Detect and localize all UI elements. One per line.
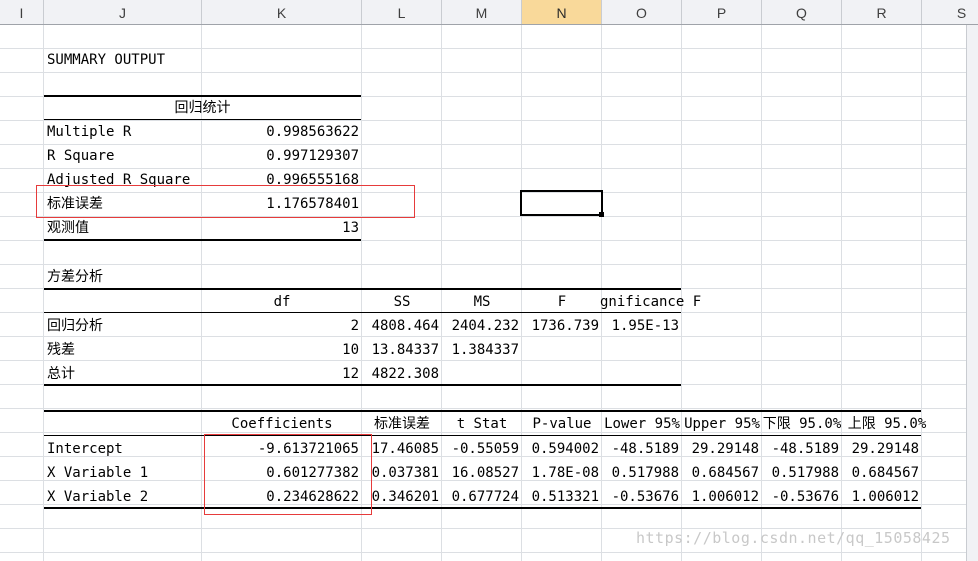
- coef-upper-95[interactable]: 0.684567: [682, 461, 762, 485]
- highlight-box-std-error: [36, 185, 415, 218]
- coef-lower-95-0[interactable]: 0.517988: [762, 461, 842, 485]
- coef-header-lower-95[interactable]: Lower 95%: [602, 412, 682, 436]
- fill-handle[interactable]: [599, 212, 604, 217]
- stat-value[interactable]: 0.998563622: [202, 120, 362, 144]
- column-header-s[interactable]: S: [922, 0, 978, 24]
- coef-t-stat[interactable]: -0.55059: [442, 437, 522, 461]
- anova-header-ss[interactable]: SS: [362, 290, 442, 314]
- active-cell-cursor[interactable]: [520, 190, 603, 216]
- anova-ss[interactable]: 13.84337: [362, 338, 442, 362]
- anova-df[interactable]: 10: [202, 338, 362, 362]
- coef-lower-95-0[interactable]: -48.5189: [762, 437, 842, 461]
- coef-upper-95-0[interactable]: 29.29148: [842, 437, 922, 461]
- anova-row-label[interactable]: 回归分析: [47, 314, 197, 338]
- coef-upper-95[interactable]: 1.006012: [682, 485, 762, 509]
- anova-bottom-border: [44, 384, 681, 386]
- coef-lower-95-0[interactable]: -0.53676: [762, 485, 842, 509]
- column-header-l[interactable]: L: [362, 0, 442, 24]
- coef-row-label[interactable]: X Variable 1: [47, 461, 197, 485]
- coef-std-error[interactable]: 0.346201: [362, 485, 442, 509]
- column-header-r[interactable]: R: [842, 0, 922, 24]
- reg-stats-bottom-border: [44, 239, 361, 241]
- anova-row-label[interactable]: 残差: [47, 338, 197, 362]
- coef-header-upper-95-0[interactable]: 上限 95.0%: [842, 412, 932, 436]
- stat-value[interactable]: 13: [202, 216, 362, 240]
- column-header-o[interactable]: O: [602, 0, 682, 24]
- row-header-strip-right: [966, 25, 978, 561]
- coef-upper-95[interactable]: 29.29148: [682, 437, 762, 461]
- anova-df[interactable]: 12: [202, 362, 362, 386]
- anova-header-ms[interactable]: MS: [442, 290, 522, 314]
- column-header-j[interactable]: J: [44, 0, 202, 24]
- anova-title[interactable]: 方差分析: [47, 265, 247, 289]
- coef-bottom-border: [44, 507, 921, 509]
- anova-ss[interactable]: 4808.464: [362, 314, 442, 338]
- coef-header-t-stat[interactable]: t Stat: [442, 412, 522, 436]
- anova-row-label[interactable]: 总计: [47, 362, 197, 386]
- coef-header-coefficients[interactable]: Coefficients: [202, 412, 362, 436]
- coef-header-underline: [44, 435, 921, 436]
- column-header-m[interactable]: M: [442, 0, 522, 24]
- coef-upper-95-0[interactable]: 1.006012: [842, 485, 922, 509]
- coef-t-stat[interactable]: 16.08527: [442, 461, 522, 485]
- coef-std-error[interactable]: 0.037381: [362, 461, 442, 485]
- coef-row-label[interactable]: Intercept: [47, 437, 197, 461]
- anova-header-underline: [44, 312, 681, 313]
- watermark: https://blog.csdn.net/qq_15058425: [636, 529, 951, 547]
- coef-lower-95[interactable]: 0.517988: [602, 461, 682, 485]
- anova-df[interactable]: 2: [202, 314, 362, 338]
- coef-header-std-error[interactable]: 标准误差: [362, 412, 442, 436]
- anova-ms[interactable]: 2404.232: [442, 314, 522, 338]
- coef-header-lower-95-0[interactable]: 下限 95.0%: [762, 412, 842, 436]
- coef-row-label[interactable]: X Variable 2: [47, 485, 197, 509]
- column-header-i[interactable]: I: [0, 0, 44, 24]
- coef-header-p-value[interactable]: P-value: [522, 412, 602, 436]
- coef-header-upper-95[interactable]: Upper 95%: [682, 412, 762, 436]
- column-header-n[interactable]: N: [522, 0, 602, 24]
- anova-ss[interactable]: 4822.308: [362, 362, 442, 386]
- column-header-q[interactable]: Q: [762, 0, 842, 24]
- column-header-p[interactable]: P: [682, 0, 762, 24]
- anova-f[interactable]: 1736.739: [522, 314, 602, 338]
- anova-header-df[interactable]: df: [202, 290, 362, 314]
- anova-header-significance-f[interactable]: gnificance F: [600, 290, 730, 314]
- coef-p-value[interactable]: 1.78E-08: [522, 461, 602, 485]
- column-header-k[interactable]: K: [202, 0, 362, 24]
- anova-ms[interactable]: 1.384337: [442, 338, 522, 362]
- coef-p-value[interactable]: 0.594002: [522, 437, 602, 461]
- coef-lower-95[interactable]: -48.5189: [602, 437, 682, 461]
- stat-value[interactable]: 0.997129307: [202, 144, 362, 168]
- coef-p-value[interactable]: 0.513321: [522, 485, 602, 509]
- stat-label[interactable]: 观测值: [47, 216, 197, 240]
- anova-significance-f[interactable]: 1.95E-13: [602, 314, 682, 338]
- coef-std-error[interactable]: 17.46085: [362, 437, 442, 461]
- summary-title[interactable]: SUMMARY OUTPUT: [47, 48, 347, 72]
- coef-upper-95-0[interactable]: 0.684567: [842, 461, 922, 485]
- anova-header-f[interactable]: F: [522, 290, 602, 314]
- reg-stats-header[interactable]: 回归统计: [44, 96, 361, 120]
- coef-lower-95[interactable]: -0.53676: [602, 485, 682, 509]
- coef-t-stat[interactable]: 0.677724: [442, 485, 522, 509]
- column-header-bar: I J K L M N O P Q R S: [0, 0, 978, 25]
- highlight-box-coefficients: [204, 434, 372, 515]
